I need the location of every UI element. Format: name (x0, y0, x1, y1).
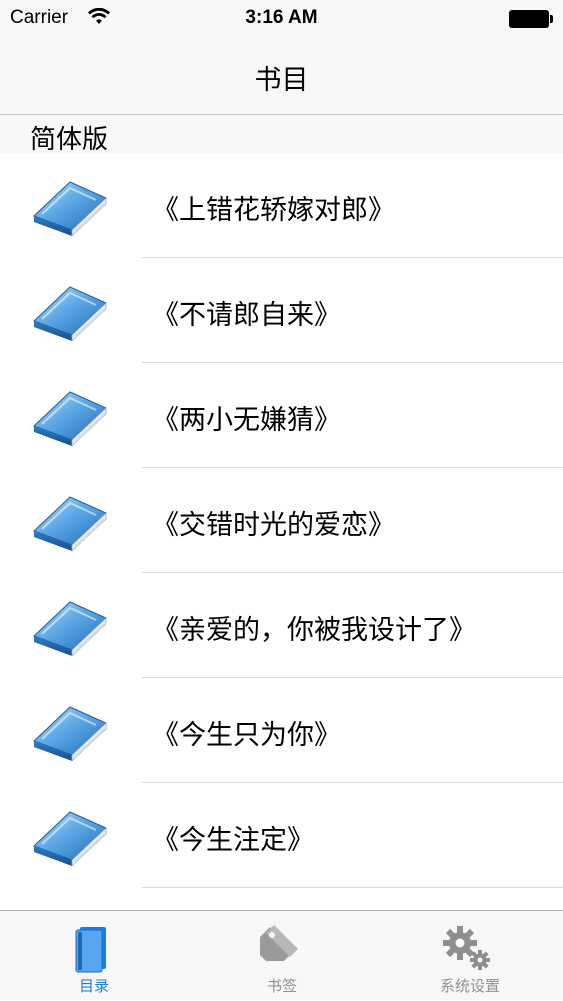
tab-label: 书签 (266, 977, 297, 995)
list-item[interactable]: 《交错时光的爱恋》 (0, 468, 563, 573)
book-title: 《交错时光的爱恋》 (152, 510, 395, 541)
list-item[interactable]: 《两小无嫌猜》 (0, 363, 563, 468)
book-list[interactable]: 《上错花轿嫁对郎》 《不请郎自来》 《两小无嫌猜》 《交错时光的爱恋》 《亲爱的… (0, 153, 563, 910)
book-title: 《上错花轿嫁对郎》 (152, 195, 395, 226)
status-bar: Carrier 3:16 AM (0, 0, 563, 38)
list-item[interactable]: 《今生只为你》 (0, 678, 563, 783)
book-title: 《今生只为你》 (152, 720, 341, 751)
book-title: 《今生注定》 (152, 825, 314, 856)
book-icon (0, 923, 188, 973)
battery-icon (509, 10, 553, 28)
status-time: 3:16 AM (245, 7, 318, 28)
list-item[interactable]: 《不请郎自来》 (0, 258, 563, 363)
tab-settings[interactable]: 系统设置 (376, 911, 563, 1001)
book-title: 《两小无嫌猜》 (152, 405, 341, 436)
book-title: 《亲爱的，你被我设计了》 (152, 615, 476, 646)
list-item[interactable]: 《今生注定》 (0, 783, 563, 888)
section-header: 简体版 (0, 115, 563, 155)
list-item[interactable]: 《亲爱的，你被我设计了》 (0, 573, 563, 678)
book-icon (30, 388, 110, 448)
book-title: 《不请郎自来》 (152, 300, 341, 331)
tab-bar: 目录 书签 系统设置 (0, 910, 563, 1000)
tag-icon (188, 923, 376, 973)
section-header-label: 简体版 (30, 125, 109, 155)
page-title: 书目 (254, 65, 309, 96)
tab-catalog[interactable]: 目录 (0, 911, 188, 1001)
gears-icon (376, 923, 563, 973)
book-icon (30, 493, 110, 553)
tab-label: 目录 (78, 977, 109, 995)
book-icon (30, 703, 110, 763)
book-icon (30, 598, 110, 658)
tab-label: 系统设置 (439, 977, 500, 995)
book-icon (30, 178, 110, 238)
book-icon (30, 283, 110, 343)
book-icon (30, 808, 110, 868)
navigation-bar: 书目 (0, 38, 563, 115)
tab-bookmarks[interactable]: 书签 (188, 911, 376, 1001)
list-item[interactable]: 《上错花轿嫁对郎》 (0, 153, 563, 258)
